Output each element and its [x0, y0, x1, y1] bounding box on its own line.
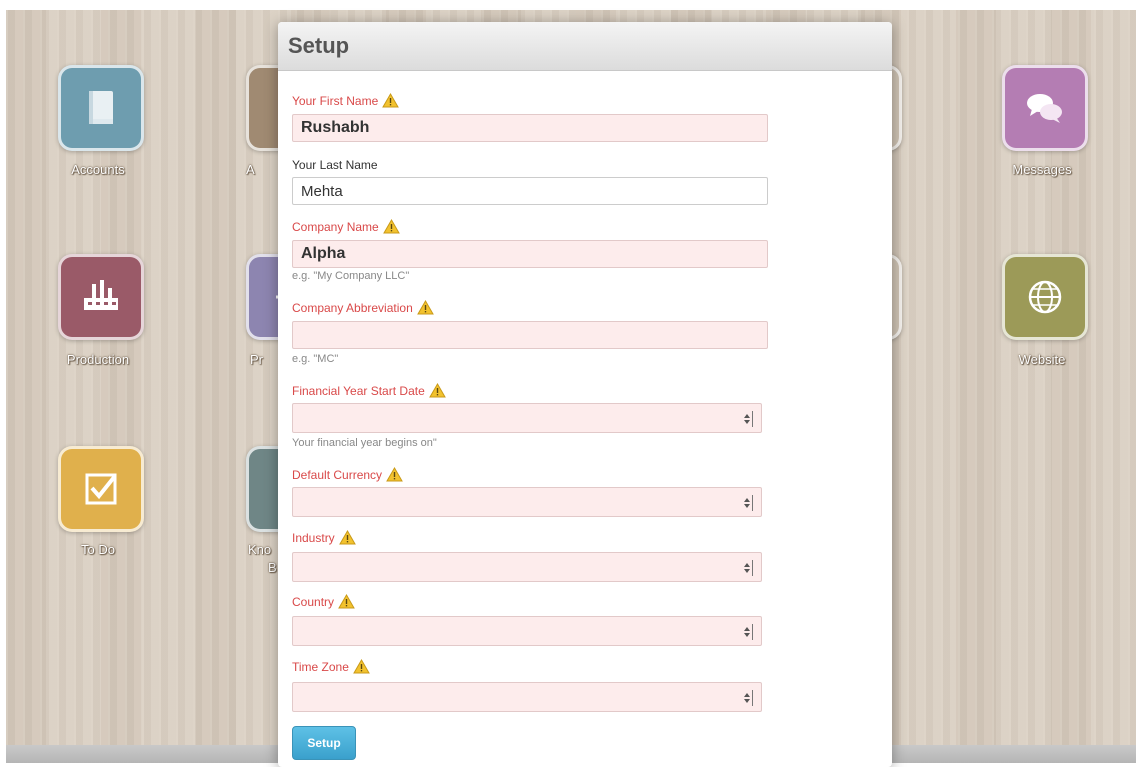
- website-app-icon[interactable]: [1002, 254, 1088, 340]
- warning-icon: [353, 659, 370, 674]
- warning-icon: [428, 383, 446, 398]
- book-icon: [89, 91, 113, 124]
- select-arrows-icon: [742, 690, 753, 706]
- globe-icon: [1028, 280, 1062, 314]
- website-app-label: Website: [1018, 352, 1066, 367]
- default-currency-select[interactable]: [292, 487, 762, 517]
- setup-dialog-header: Setup: [278, 22, 892, 71]
- messages-app-label: Messages: [1012, 162, 1072, 177]
- todo-app-label: To Do: [81, 542, 115, 557]
- accounts-app-icon[interactable]: [58, 65, 144, 151]
- factory-icon: [84, 280, 118, 310]
- select-arrows-icon: [742, 411, 753, 427]
- last-name-input[interactable]: [292, 177, 768, 205]
- company-name-label: Company Name: [292, 219, 400, 234]
- setup-dialog: Setup Your First Name Your Last Name Com…: [278, 22, 892, 767]
- financial-year-start-help: Your financial year begins on": [292, 437, 437, 449]
- financial-year-start-select[interactable]: [292, 403, 762, 433]
- production-app-label: Production: [66, 352, 130, 367]
- select-arrows-icon: [742, 495, 753, 511]
- company-name-input[interactable]: [292, 240, 768, 268]
- country-label: Country: [292, 594, 355, 609]
- time-zone-select[interactable]: [292, 682, 762, 712]
- company-abbreviation-help: e.g. "MC": [292, 353, 339, 365]
- setup-dialog-title: Setup: [288, 33, 350, 58]
- country-select[interactable]: [292, 616, 762, 646]
- setup-submit-button[interactable]: Setup: [292, 726, 356, 760]
- todo-app-icon[interactable]: [58, 446, 144, 532]
- select-arrows-icon: [742, 560, 753, 576]
- warning-icon: [382, 93, 400, 108]
- first-name-input[interactable]: [292, 114, 768, 142]
- accounts-app-label: Accounts: [71, 162, 125, 177]
- default-currency-label: Default Currency: [292, 467, 403, 482]
- warning-icon: [386, 467, 403, 482]
- warning-icon: [338, 594, 355, 609]
- chat-bubbles-icon: [1027, 94, 1062, 123]
- industry-select[interactable]: [292, 552, 762, 582]
- checkbox-icon: [85, 473, 117, 505]
- warning-icon: [338, 530, 356, 545]
- warning-icon: [416, 300, 434, 315]
- time-zone-label: Time Zone: [292, 659, 370, 674]
- first-name-label: Your First Name: [292, 93, 400, 108]
- warning-icon: [382, 219, 400, 234]
- industry-label: Industry: [292, 530, 356, 545]
- financial-year-start-label: Financial Year Start Date: [292, 383, 446, 398]
- company-abbreviation-label: Company Abbreviation: [292, 300, 434, 315]
- company-name-help: e.g. "My Company LLC": [292, 270, 410, 282]
- messages-app-icon[interactable]: [1002, 65, 1088, 151]
- select-arrows-icon: [742, 624, 753, 640]
- company-abbreviation-input[interactable]: [292, 321, 768, 349]
- production-app-icon[interactable]: [58, 254, 144, 340]
- last-name-label: Your Last Name: [292, 158, 378, 172]
